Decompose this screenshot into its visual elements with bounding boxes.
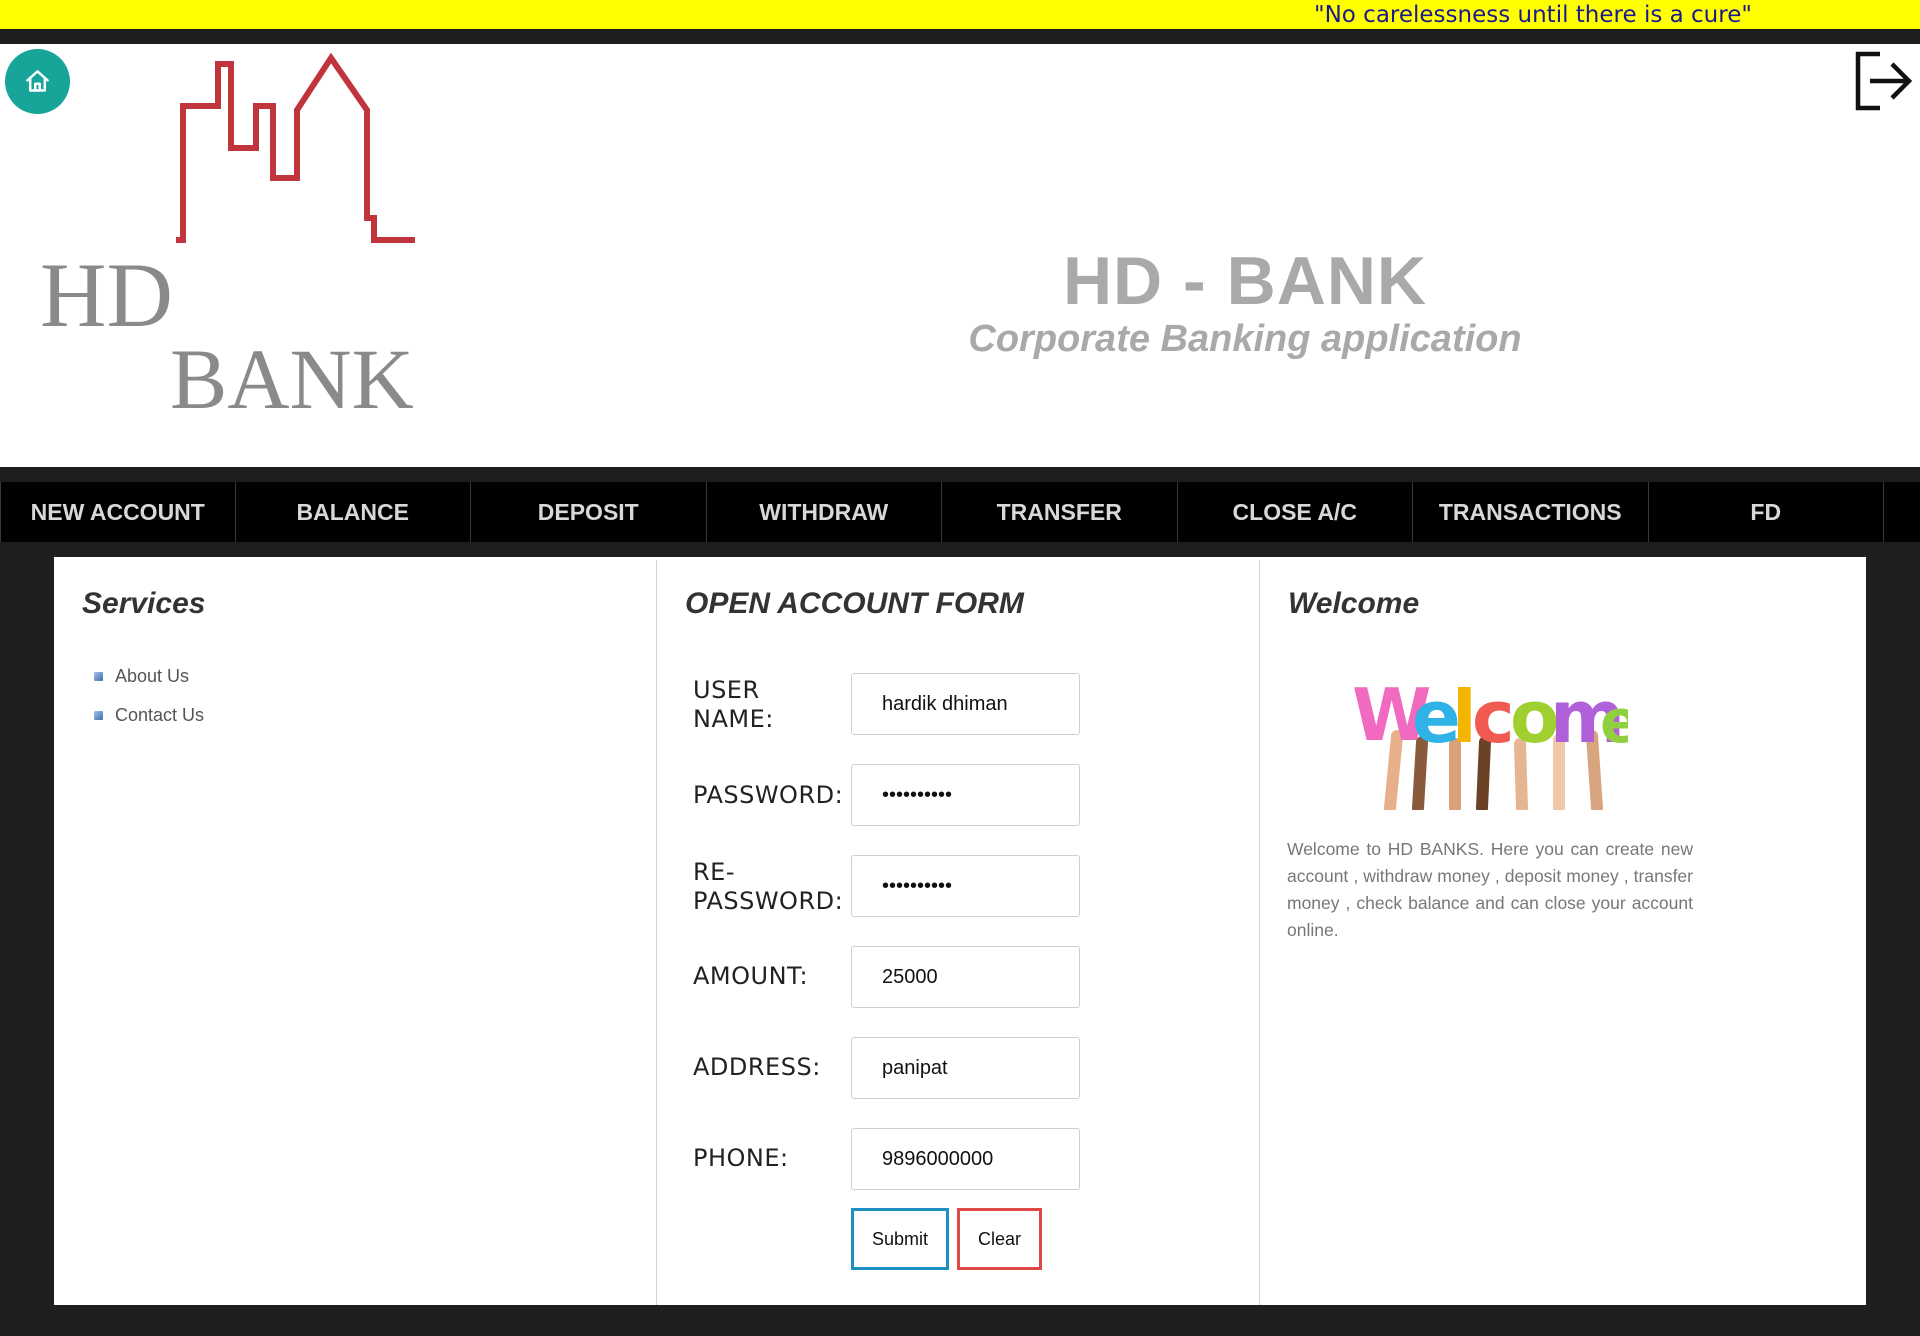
page-subtitle: Corporate Banking application: [968, 318, 1522, 360]
services-title: Services: [82, 587, 206, 620]
repassword-label-line1: RE-: [693, 858, 735, 886]
nav-deposit[interactable]: DEPOSIT: [471, 482, 707, 542]
services-list: About Us Contact Us: [94, 657, 204, 735]
repassword-label-line2: PASSWORD:: [693, 887, 844, 915]
address-input[interactable]: [851, 1037, 1080, 1099]
nav-fd[interactable]: FD: [1649, 482, 1884, 542]
phone-input[interactable]: [851, 1128, 1080, 1190]
clear-button[interactable]: Clear: [957, 1208, 1042, 1270]
welcome-body: Welcome to HD BANKS. Here you can create…: [1287, 839, 1693, 940]
svg-text:c: c: [1472, 675, 1515, 759]
repassword-label: RE- PASSWORD:: [693, 858, 843, 916]
bullet-icon: [94, 672, 103, 681]
nav-transfer[interactable]: TRANSFER: [942, 482, 1178, 542]
username-input[interactable]: [851, 673, 1080, 735]
bank-logo: HD BANK: [40, 52, 415, 418]
page-title: HD - BANK: [1062, 243, 1428, 319]
nav-close-account[interactable]: CLOSE A/C: [1178, 482, 1413, 542]
column-divider: [1259, 560, 1260, 1305]
welcome-title: Welcome: [1288, 587, 1420, 620]
repassword-input[interactable]: ••••••••••: [851, 855, 1080, 917]
service-about-us[interactable]: About Us: [94, 657, 204, 696]
logo-text-hd: HD: [40, 244, 173, 346]
nav-new-account[interactable]: NEW ACCOUNT: [0, 482, 236, 542]
top-divider: [0, 29, 1920, 44]
nav-transactions[interactable]: TRANSACTIONS: [1413, 482, 1649, 542]
amount-label: AMOUNT:: [693, 962, 809, 990]
service-label: About Us: [115, 666, 190, 686]
username-label-line2: NAME:: [693, 705, 774, 733]
nav-balance[interactable]: BALANCE: [236, 482, 471, 542]
phone-label: PHONE:: [693, 1144, 789, 1172]
bullet-icon: [94, 711, 103, 720]
marquee-text: "No carelessness until there is a cure": [1314, 2, 1752, 28]
logo-text-bank: BANK: [170, 331, 414, 418]
password-input[interactable]: ••••••••••: [851, 764, 1080, 826]
submit-button[interactable]: Submit: [851, 1208, 949, 1270]
service-label: Contact Us: [115, 705, 205, 725]
amount-input[interactable]: [851, 946, 1080, 1008]
password-label: PASSWORD:: [693, 781, 844, 809]
username-label-line1: USER: [693, 676, 760, 704]
svg-text:e: e: [1600, 687, 1628, 757]
logout-icon[interactable]: [1854, 50, 1914, 112]
address-label: ADDRESS:: [693, 1053, 821, 1081]
form-title: OPEN ACCOUNT FORM: [685, 587, 1024, 620]
username-label: USER NAME:: [693, 676, 774, 734]
service-contact-us[interactable]: Contact Us: [94, 696, 204, 735]
welcome-image: W e l c o m e: [1352, 673, 1628, 810]
column-divider: [656, 560, 657, 1305]
main-nav: NEW ACCOUNT BALANCE DEPOSIT WITHDRAW TRA…: [0, 482, 1920, 542]
nav-withdraw[interactable]: WITHDRAW: [707, 482, 942, 542]
